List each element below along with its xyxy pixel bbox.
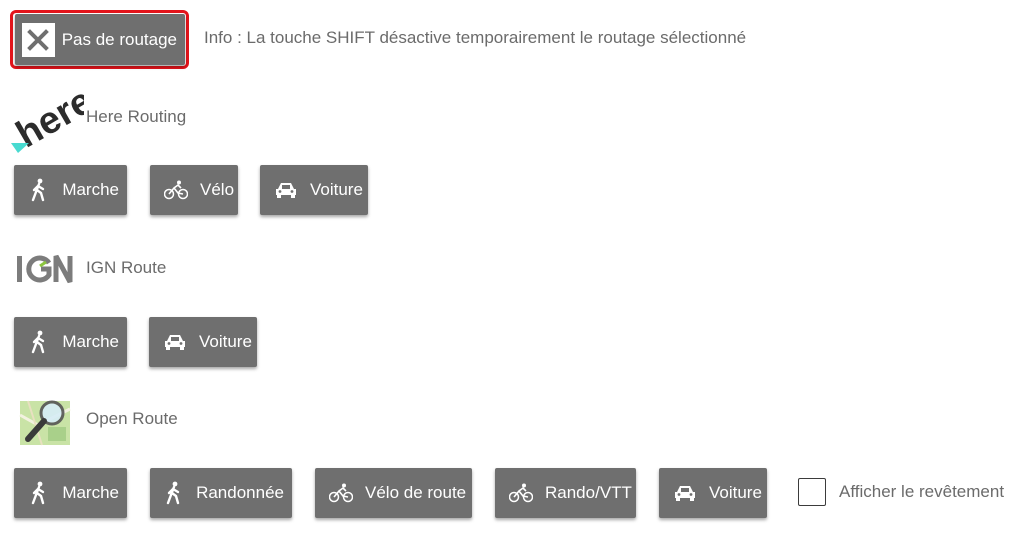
open-route-label: Open Route [86, 409, 178, 428]
ors-car-label: Voiture [709, 483, 762, 502]
ign-walk-label: Marche [62, 332, 119, 351]
ign-car-button[interactable]: Voiture [149, 317, 257, 367]
bicycle-icon [329, 481, 353, 505]
pedestrian-icon [28, 178, 50, 202]
ors-mtb-label: Rando/VTT [545, 483, 632, 502]
no-routing-label: Pas de routage [61, 29, 177, 49]
here-routing-label: Here Routing [86, 107, 187, 126]
car-icon [163, 330, 187, 354]
here-car-label: Voiture [310, 180, 363, 199]
openroute-logo [18, 395, 74, 447]
ign-car-label: Voiture [199, 332, 252, 351]
here-walk-button[interactable]: Marche [14, 165, 127, 215]
pedestrian-icon [28, 481, 50, 505]
ors-road-bike-label: Vélo de route [365, 483, 467, 502]
bicycle-icon [509, 481, 533, 505]
bicycle-icon [164, 178, 188, 202]
ors-walk-label: Marche [62, 483, 119, 502]
ors-car-button[interactable]: Voiture [659, 468, 767, 518]
here-walk-label: Marche [62, 180, 119, 199]
car-icon [274, 178, 298, 202]
pedestrian-icon [164, 481, 184, 505]
no-routing-button[interactable]: Pas de routage [15, 14, 185, 65]
ign-walk-button[interactable]: Marche [14, 317, 127, 367]
ors-road-bike-button[interactable]: Vélo de route [315, 468, 472, 518]
ign-route-label: IGN Route [86, 258, 167, 277]
ors-hike-button[interactable]: Randonnée [150, 468, 292, 518]
ign-logo [16, 252, 76, 286]
pedestrian-icon [28, 330, 50, 354]
surface-checkbox[interactable] [798, 478, 826, 506]
routing-panel: Pas de routage Info : La touche SHIFT dé… [0, 0, 1024, 550]
close-icon [22, 22, 55, 57]
here-bike-label: Vélo [200, 180, 235, 199]
here-logo: here [9, 80, 100, 157]
ors-hike-label: Randonnée [196, 483, 284, 502]
car-icon [673, 481, 697, 505]
info-text: Info : La touche SHIFT désactive tempora… [204, 28, 747, 47]
here-car-button[interactable]: Voiture [260, 165, 368, 215]
ors-mtb-button[interactable]: Rando/VTT [495, 468, 636, 518]
ors-walk-button[interactable]: Marche [14, 468, 127, 518]
here-bike-button[interactable]: Vélo [150, 165, 238, 215]
surface-checkbox-label[interactable]: Afficher le revêtement [839, 482, 1004, 502]
